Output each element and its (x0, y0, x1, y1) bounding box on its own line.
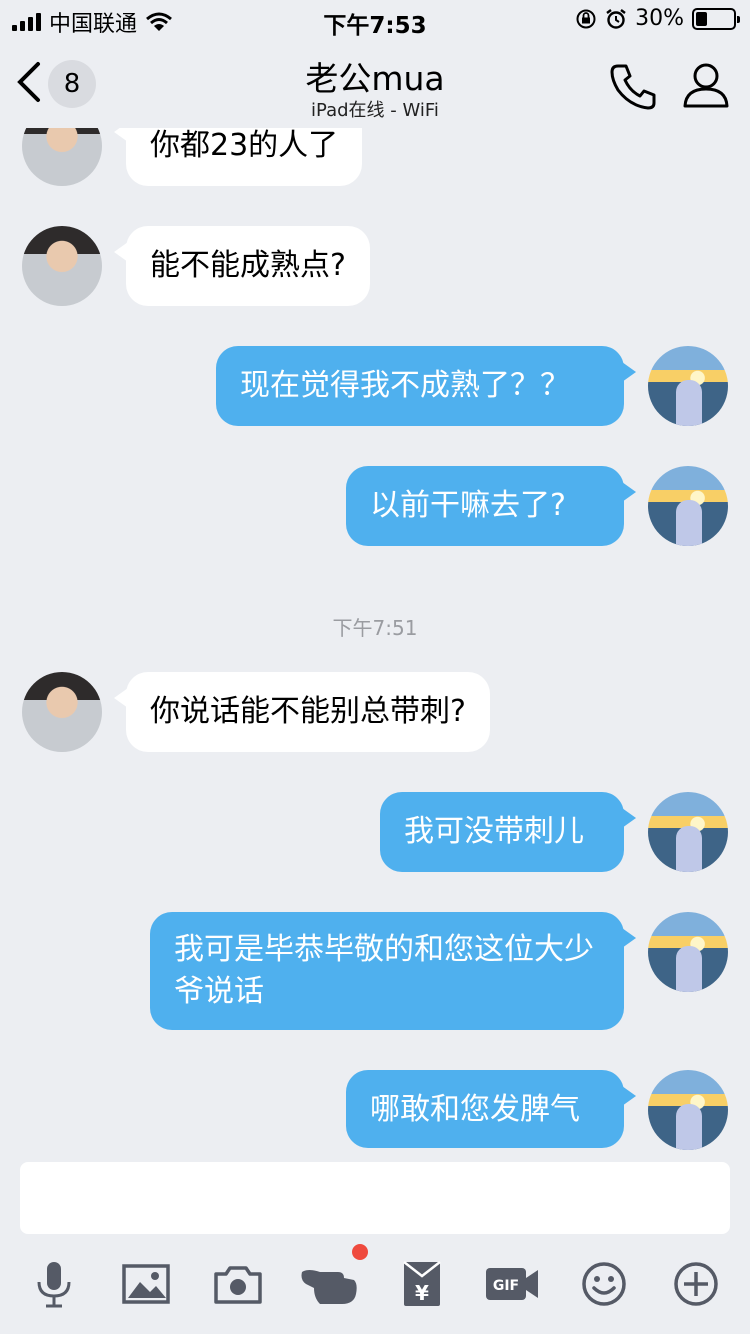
contact-profile-icon[interactable] (680, 60, 732, 112)
alarm-icon (606, 8, 626, 29)
microphone-icon[interactable] (28, 1258, 80, 1310)
message-bubble-incoming[interactable]: 你说话能不能别总带刺? (114, 672, 490, 752)
status-bar: 中国联通 下午7:53 30% (0, 0, 750, 40)
camera-icon[interactable] (212, 1258, 264, 1310)
self-avatar[interactable] (648, 346, 728, 426)
self-avatar[interactable] (648, 466, 728, 546)
message-bubble-incoming[interactable]: 能不能成熟点? (114, 226, 370, 306)
contact-avatar[interactable] (22, 672, 102, 752)
self-avatar[interactable] (648, 912, 728, 992)
red-packet-symbol: ¥ (415, 1281, 429, 1305)
message-bubble-outgoing[interactable]: 现在觉得我不成熟了？？ (216, 346, 636, 426)
self-avatar[interactable] (648, 1070, 728, 1150)
message-bubble-outgoing[interactable]: 以前干嘛去了? (346, 466, 636, 546)
message-timestamp: 下午7:51 (332, 616, 418, 640)
red-packet-icon[interactable]: ¥ (396, 1258, 448, 1310)
image-icon[interactable] (120, 1258, 172, 1310)
message-bubble-outgoing[interactable]: 我可没带刺儿 (380, 792, 636, 872)
self-avatar[interactable] (648, 792, 728, 872)
contact-avatar[interactable] (22, 226, 102, 306)
poke-icon[interactable] (298, 1258, 360, 1310)
gif-label: GIF (493, 1278, 519, 1294)
battery-percent: 30% (635, 6, 684, 31)
battery-icon (692, 7, 740, 30)
phone-call-icon[interactable] (608, 60, 660, 112)
input-toolbar: ¥ GIF (0, 1250, 750, 1320)
rotation-lock-icon (576, 9, 596, 28)
battery-fill (696, 11, 707, 26)
emoji-icon[interactable] (578, 1258, 630, 1310)
notification-dot (352, 1244, 368, 1260)
message-bubble-outgoing[interactable]: 我可是毕恭毕敬的和您这位大少爷说话 (150, 912, 636, 1030)
status-right: 30% (575, 6, 740, 31)
chat-header: 8 老公mua iPad在线 - WiFi (0, 40, 750, 128)
message-input[interactable] (20, 1162, 730, 1234)
message-bubble-outgoing[interactable]: 哪敢和您发脾气 (346, 1070, 636, 1148)
gif-icon[interactable]: GIF (484, 1258, 542, 1310)
plus-icon[interactable] (670, 1258, 722, 1310)
